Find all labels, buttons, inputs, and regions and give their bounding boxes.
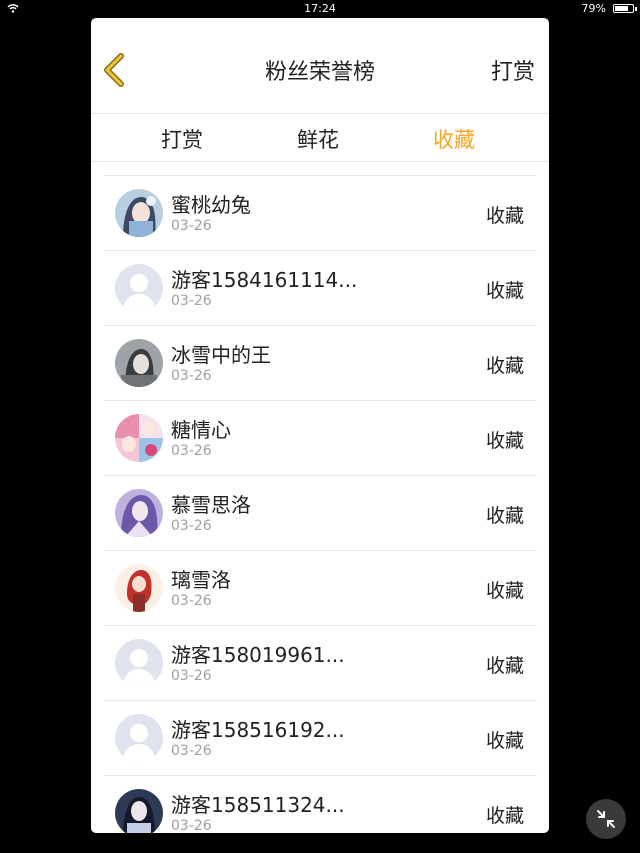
fan-name: 游客158019961... [171,643,345,667]
list-item[interactable]: 璃雪洛 03-26 收藏 [104,551,537,626]
fan-status: 收藏 [485,505,524,527]
page-title: 粉丝荣誉榜 [264,60,375,85]
list-item[interactable]: 游客1584161114... 03-26 收藏 [104,251,537,326]
avatar[interactable] [115,489,163,537]
fan-date: 03-26 [171,443,212,459]
collapse-arrows-icon [597,810,615,828]
tab-reward[interactable]: 打赏 [161,124,203,154]
fan-status: 收藏 [485,430,524,452]
status-time: 17:24 [304,2,336,15]
avatar[interactable] [115,639,163,687]
fan-name: 璃雪洛 [171,568,231,592]
fan-status: 收藏 [485,355,524,377]
fan-date: 03-26 [171,818,212,833]
list-item[interactable]: 游客158516192... 03-26 收藏 [104,701,537,776]
fan-status: 收藏 [485,805,524,827]
fan-date: 03-26 [171,368,212,384]
status-bar: 17:24 79% [0,0,640,18]
fan-status: 收藏 [485,730,524,752]
list-item[interactable]: 糖情心 03-26 收藏 [104,401,537,476]
fan-date: 03-26 [171,293,212,309]
collapse-button[interactable] [586,799,626,839]
avatar[interactable] [115,189,163,237]
avatar[interactable] [115,789,163,833]
list-item[interactable]: 蜜桃幼兔 03-26 收藏 [104,176,537,251]
fan-honor-panel: 粉丝荣誉榜 打赏 打赏 鲜花 收藏 蜜桃幼兔 03-26 收藏 游客158416111… [91,18,549,833]
avatar[interactable] [115,339,163,387]
fan-status: 收藏 [485,580,524,602]
battery-percent: 79% [581,2,606,15]
tab-bar: 打赏 鲜花 收藏 [91,114,549,162]
list-item[interactable]: 游客158019961... 03-26 收藏 [104,626,537,701]
fan-status: 收藏 [485,655,524,677]
fan-date: 03-26 [171,743,212,759]
reward-button[interactable]: 打赏 [491,54,535,86]
fan-name: 糖情心 [171,418,231,442]
tab-flowers[interactable]: 鲜花 [297,124,339,154]
list-item[interactable]: 游客158511324... 03-26 收藏 [104,776,537,833]
fan-name: 游客158511324... [171,793,345,817]
list-item[interactable]: 慕雪思洛 03-26 收藏 [104,476,537,551]
fan-status: 收藏 [485,280,524,302]
fan-name: 冰雪中的王 [171,343,271,367]
fan-name: 蜜桃幼兔 [171,193,251,217]
fan-date: 03-26 [171,218,212,234]
avatar[interactable] [115,264,163,312]
fan-date: 03-26 [171,593,212,609]
avatar[interactable] [115,714,163,762]
tab-favorites[interactable]: 收藏 [433,124,475,154]
avatar[interactable] [115,564,163,612]
fan-name: 慕雪思洛 [171,493,251,517]
header: 粉丝荣誉榜 打赏 [91,18,549,114]
fan-name: 游客1584161114... [171,268,358,292]
fan-name: 游客158516192... [171,718,345,742]
avatar[interactable] [115,414,163,462]
fan-status: 收藏 [485,205,524,227]
battery-icon [613,4,634,13]
fan-date: 03-26 [171,518,212,534]
list-item[interactable]: 冰雪中的王 03-26 收藏 [104,326,537,401]
fan-date: 03-26 [171,668,212,684]
